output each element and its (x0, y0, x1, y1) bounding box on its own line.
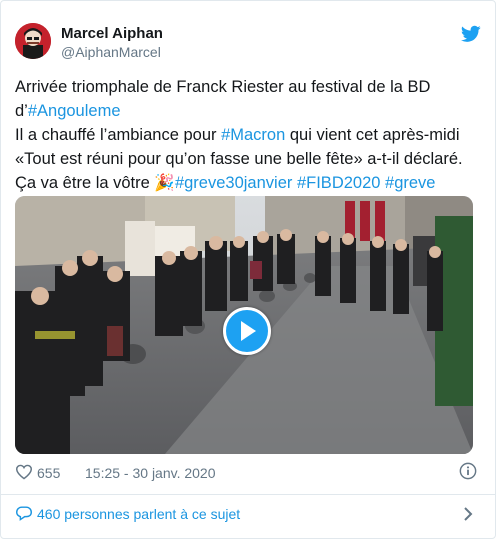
conversation-count-label[interactable]: 460 personnes parlent à ce sujet (37, 506, 240, 522)
author-names[interactable]: Marcel Aiphan @AiphanMarcel (61, 25, 163, 61)
chevron-right-icon[interactable] (463, 506, 473, 522)
hashtag-macron[interactable]: #Macron (221, 126, 285, 144)
tweet-meta: 655 15:25 - 30 janv. 2020 (15, 462, 481, 484)
author-handle[interactable]: @AiphanMarcel (61, 43, 163, 61)
avatar[interactable] (15, 23, 51, 59)
tweet-card[interactable]: Marcel Aiphan @AiphanMarcel Arrivée trio… (0, 0, 496, 539)
tweet-line-2: d’#Angouleme (15, 99, 481, 123)
heart-icon[interactable] (15, 464, 33, 480)
play-button[interactable] (223, 307, 271, 355)
twitter-bird-icon[interactable] (461, 25, 481, 43)
tweet-header: Marcel Aiphan @AiphanMarcel (15, 23, 481, 63)
tweet-line-3-prefix: Il a chauffé l’ambiance pour (15, 126, 222, 144)
tweet-line-5-prefix: Ça va être la vôtre (15, 174, 155, 192)
tweet-timestamp[interactable]: 15:25 - 30 janv. 2020 (85, 465, 216, 481)
conversation-link[interactable]: 460 personnes parlent à ce sujet (15, 503, 481, 525)
tweet-line-3-suffix: qui vient cet après-midi (285, 126, 460, 144)
speech-bubble-icon (15, 506, 33, 521)
tweet-line-1: Arrivée triomphale de Franck Riester au … (15, 78, 431, 96)
hashtag-greve30janvier[interactable]: #greve30janvier (175, 174, 292, 192)
like-count[interactable]: 655 (37, 465, 60, 481)
tweet-line-4: «Tout est réuni pour qu’on fasse une bel… (15, 150, 463, 168)
hashtag-fibd2020[interactable]: #FIBD2020 (297, 174, 380, 192)
hashtag-angouleme[interactable]: #Angouleme (28, 102, 121, 120)
divider (1, 494, 495, 495)
info-icon[interactable] (459, 462, 477, 480)
party-popper-emoji: 🎉 (154, 174, 175, 192)
hashtag-greve[interactable]: #greve (385, 174, 435, 192)
tweet-line-5: Ça va être la vôtre 🎉#greve30janvier #FI… (15, 171, 481, 195)
author-display-name[interactable]: Marcel Aiphan (61, 25, 163, 43)
tweet-line-3: Il a chauffé l’ambiance pour #Macron qui… (15, 123, 481, 147)
play-icon (241, 321, 256, 341)
tweet-line-2-prefix: d’ (15, 102, 28, 120)
tweet-text: Arrivée triomphale de Franck Riester au … (15, 75, 481, 195)
